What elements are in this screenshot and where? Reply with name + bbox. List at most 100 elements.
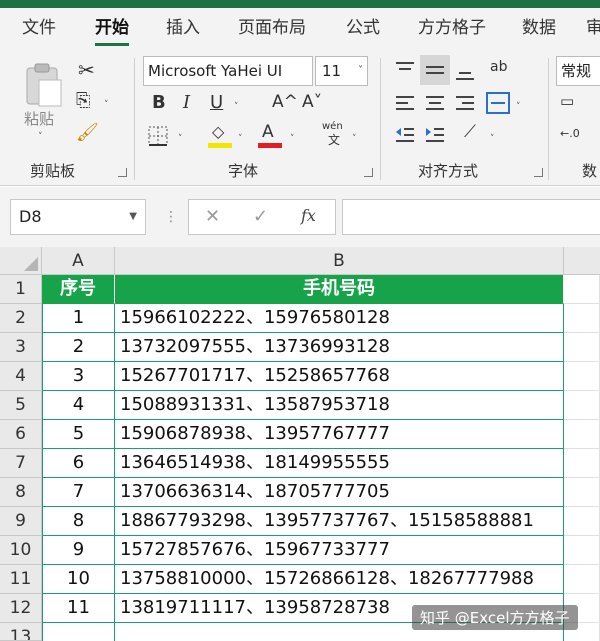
- table-cell-phone[interactable]: 15906878938、13957767777: [115, 420, 564, 449]
- empty-cell[interactable]: [564, 333, 600, 362]
- name-box[interactable]: D8 ▼: [10, 199, 146, 235]
- row-header[interactable]: 4: [0, 362, 42, 391]
- row-header[interactable]: 10: [0, 536, 42, 565]
- table-cell-seq[interactable]: 7: [42, 478, 115, 507]
- table-cell-seq[interactable]: 6: [42, 449, 115, 478]
- table-cell-phone[interactable]: 15267701717、15258657768: [115, 362, 564, 391]
- empty-cell[interactable]: [564, 449, 600, 478]
- empty-cell[interactable]: [564, 304, 600, 333]
- copy-dropdown-icon[interactable]: ˅: [104, 100, 109, 110]
- row-header[interactable]: 2: [0, 304, 42, 333]
- cut-icon[interactable]: ✂: [78, 60, 95, 80]
- underline-dropdown-icon[interactable]: ˅: [234, 102, 239, 112]
- table-cell-phone[interactable]: 13706636314、18705777705: [115, 478, 564, 507]
- row-header[interactable]: 6: [0, 420, 42, 449]
- cancel-icon[interactable]: ✕: [205, 206, 220, 227]
- alignment-launcher-icon[interactable]: [534, 168, 543, 177]
- empty-cell[interactable]: [564, 536, 600, 565]
- decimal-icon[interactable]: ←.0: [560, 128, 580, 139]
- table-cell-seq[interactable]: 5: [42, 420, 115, 449]
- bold-button[interactable]: B: [152, 94, 166, 112]
- row-header[interactable]: 13: [0, 623, 42, 641]
- italic-button[interactable]: I: [183, 94, 190, 112]
- align-bottom-icon[interactable]: [454, 62, 476, 82]
- empty-cell[interactable]: [564, 420, 600, 449]
- table-cell-seq[interactable]: 8: [42, 507, 115, 536]
- orientation-dropdown-icon[interactable]: ˅: [490, 134, 495, 144]
- tab-fangfang[interactable]: 方方格子: [418, 8, 486, 50]
- header-cell-seq[interactable]: 序号: [42, 275, 115, 304]
- align-left-icon[interactable]: [394, 94, 416, 114]
- row-header[interactable]: 3: [0, 333, 42, 362]
- table-cell-phone[interactable]: 15966102222、15976580128: [115, 304, 564, 333]
- table-cell-seq[interactable]: [42, 623, 115, 641]
- empty-cell[interactable]: [564, 478, 600, 507]
- table-cell-seq[interactable]: 3: [42, 362, 115, 391]
- table-cell-phone[interactable]: 15727857676、15967733777: [115, 536, 564, 565]
- fill-color-dropdown-icon[interactable]: ˅: [238, 134, 243, 144]
- row-header[interactable]: 7: [0, 449, 42, 478]
- shrink-font-button[interactable]: A˅: [302, 94, 322, 111]
- column-header-b[interactable]: B: [115, 247, 564, 275]
- currency-icon[interactable]: ▭: [560, 94, 574, 109]
- row-header[interactable]: 1: [0, 275, 42, 304]
- orientation-icon[interactable]: ⟋: [464, 124, 476, 141]
- increase-indent-icon[interactable]: [424, 126, 446, 146]
- grow-font-button[interactable]: A^: [272, 94, 298, 111]
- clipboard-launcher-icon[interactable]: [118, 168, 127, 177]
- merge-center-icon[interactable]: [486, 92, 510, 114]
- align-center-icon[interactable]: [424, 94, 446, 114]
- table-cell-phone[interactable]: 13732097555、13736993128: [115, 333, 564, 362]
- table-cell-seq[interactable]: 11: [42, 594, 115, 623]
- borders-dropdown-icon[interactable]: ˅: [178, 134, 183, 144]
- row-header[interactable]: 12: [0, 594, 42, 623]
- formula-bar-grip-icon[interactable]: ⋮: [164, 209, 178, 225]
- table-cell-seq[interactable]: 4: [42, 391, 115, 420]
- tab-file[interactable]: 文件: [22, 8, 56, 50]
- table-cell-seq[interactable]: 10: [42, 565, 115, 594]
- merge-dropdown-icon[interactable]: ˅: [516, 102, 521, 112]
- table-cell-seq[interactable]: 9: [42, 536, 115, 565]
- font-color-dropdown-icon[interactable]: ˅: [290, 134, 295, 144]
- empty-cell[interactable]: [564, 275, 600, 304]
- tab-insert[interactable]: 插入: [166, 8, 200, 50]
- tab-data[interactable]: 数据: [522, 8, 556, 50]
- column-header-c[interactable]: [564, 247, 600, 275]
- table-cell-phone[interactable]: 15088931331、13587953718: [115, 391, 564, 420]
- decrease-indent-icon[interactable]: [394, 126, 416, 146]
- tab-home[interactable]: 开始: [95, 8, 129, 50]
- borders-icon[interactable]: [148, 126, 168, 146]
- font-launcher-icon[interactable]: [364, 168, 373, 177]
- underline-button[interactable]: U: [210, 94, 223, 112]
- wrap-text-icon[interactable]: ab: [490, 60, 507, 74]
- empty-cell[interactable]: [564, 565, 600, 594]
- number-format-select[interactable]: 常规: [556, 56, 600, 86]
- align-right-icon[interactable]: [454, 94, 476, 114]
- row-header[interactable]: 11: [0, 565, 42, 594]
- empty-cell[interactable]: [564, 362, 600, 391]
- row-header[interactable]: 9: [0, 507, 42, 536]
- font-color-icon[interactable]: A: [262, 124, 274, 141]
- select-all-corner[interactable]: [0, 247, 42, 275]
- font-size-select[interactable]: 11 ˅: [315, 56, 368, 86]
- phonetic-dropdown-icon[interactable]: ˅: [352, 134, 357, 144]
- insert-function-icon[interactable]: fx: [301, 206, 316, 225]
- formula-input[interactable]: [342, 199, 600, 235]
- fill-color-icon[interactable]: ◇: [212, 124, 224, 140]
- align-top-icon[interactable]: [394, 60, 416, 80]
- copy-icon[interactable]: ⎘: [76, 92, 90, 110]
- empty-cell[interactable]: [564, 507, 600, 536]
- tab-review[interactable]: 审: [586, 8, 600, 50]
- row-header[interactable]: 5: [0, 391, 42, 420]
- align-middle-button[interactable]: [420, 55, 450, 85]
- table-cell-phone[interactable]: 18867793298、13957737767、15158588881: [115, 507, 564, 536]
- font-name-select[interactable]: Microsoft YaHei UI: [143, 56, 313, 86]
- table-cell-phone[interactable]: 13758810000、15726866128、18267777988: [115, 565, 564, 594]
- tab-formulas[interactable]: 公式: [346, 8, 380, 50]
- enter-icon[interactable]: ✓: [253, 206, 268, 227]
- column-header-a[interactable]: A: [42, 247, 115, 275]
- row-header[interactable]: 8: [0, 478, 42, 507]
- table-cell-seq[interactable]: 2: [42, 333, 115, 362]
- paste-button[interactable]: 粘贴 ˅: [20, 58, 66, 144]
- table-cell-phone[interactable]: 13646514938、18149955555: [115, 449, 564, 478]
